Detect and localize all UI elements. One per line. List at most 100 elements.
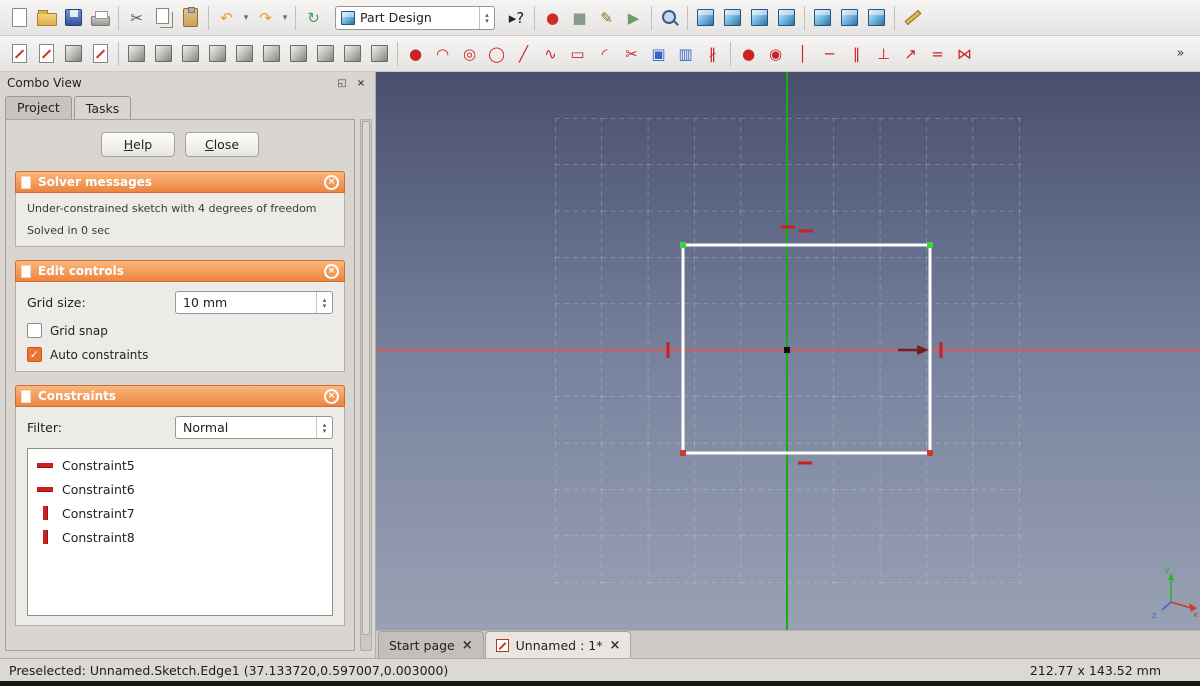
tab-project[interactable]: Project — [5, 96, 72, 119]
create-conic-icon[interactable]: ◯ — [483, 40, 510, 68]
create-point-icon[interactable]: ● — [402, 40, 429, 68]
macro-stop-icon[interactable]: ■ — [566, 4, 593, 32]
list-item[interactable]: Constraint8 — [28, 525, 332, 549]
fillet-icon[interactable] — [231, 40, 258, 68]
auto-constraints-checkbox[interactable] — [27, 347, 42, 362]
front-view-icon[interactable] — [719, 4, 746, 32]
sketch-canvas[interactable]: y x z — [376, 72, 1200, 630]
vertex-top-right[interactable] — [927, 242, 933, 248]
create-sketch-icon[interactable] — [6, 40, 33, 68]
draft-icon[interactable] — [285, 40, 312, 68]
constraint-vertical-icon[interactable]: │ — [789, 40, 816, 68]
workbench-dropdown-icon[interactable] — [479, 7, 494, 29]
measure-distance-icon[interactable] — [899, 4, 926, 32]
groove-icon[interactable] — [204, 40, 231, 68]
undo-icon[interactable]: ↶ — [213, 4, 240, 32]
3d-viewport[interactable]: y x z — [376, 72, 1200, 630]
constraint-equal-icon[interactable]: = — [924, 40, 951, 68]
pad-icon[interactable] — [123, 40, 150, 68]
isometric-view-icon[interactable] — [692, 4, 719, 32]
grid-size-input[interactable]: 10 mm — [175, 291, 333, 314]
rear-view-icon[interactable] — [809, 4, 836, 32]
panel-scrollbar[interactable] — [360, 119, 372, 651]
constraint-perpendicular-icon[interactable]: ⊥ — [870, 40, 897, 68]
list-item[interactable]: Constraint5 — [28, 453, 332, 477]
workbench-selector[interactable]: Part Design — [335, 6, 495, 30]
constraint-symmetric-icon[interactable]: ⋈ — [951, 40, 978, 68]
split-edge-icon[interactable]: ∦ — [699, 40, 726, 68]
external-geometry-icon[interactable]: ▣ — [645, 40, 672, 68]
create-circle-icon[interactable]: ◎ — [456, 40, 483, 68]
close-tab-icon[interactable]: × — [609, 638, 620, 653]
constraint-tangent-icon[interactable]: ↗ — [897, 40, 924, 68]
edit-controls-header[interactable]: Edit controls × — [15, 260, 345, 282]
close-button[interactable]: Close — [185, 132, 259, 157]
left-view-icon[interactable] — [863, 4, 890, 32]
macro-execute-icon[interactable]: ▶ — [620, 4, 647, 32]
bottom-view-icon[interactable] — [836, 4, 863, 32]
create-fillet-icon[interactable]: ◜ — [591, 40, 618, 68]
close-panel-icon[interactable]: × — [354, 76, 368, 90]
solver-messages-header[interactable]: Solver messages × — [15, 171, 345, 193]
top-view-icon[interactable] — [746, 4, 773, 32]
copy-icon[interactable] — [150, 4, 177, 32]
close-tab-icon[interactable]: × — [462, 638, 473, 653]
doc-tab[interactable]: Start page× — [378, 631, 484, 658]
linear-pattern-icon[interactable] — [339, 40, 366, 68]
tab-tasks[interactable]: Tasks — [74, 96, 132, 120]
redo-icon[interactable]: ↷ — [252, 4, 279, 32]
spinner-arrows-icon[interactable] — [316, 417, 332, 438]
vertex-bottom-left[interactable] — [680, 450, 686, 456]
constraint-point-on-object-icon[interactable]: ◉ — [762, 40, 789, 68]
macro-edit-icon[interactable]: ✎ — [593, 4, 620, 32]
filter-dropdown[interactable]: Normal — [175, 416, 333, 439]
collapse-section-icon[interactable]: × — [324, 264, 339, 279]
mirrored-icon[interactable] — [312, 40, 339, 68]
redo-menu-icon[interactable]: ▾ — [279, 4, 291, 32]
trim-edge-icon[interactable]: ✂ — [618, 40, 645, 68]
carbon-copy-icon[interactable]: ▥ — [672, 40, 699, 68]
collapse-section-icon[interactable]: × — [324, 175, 339, 190]
revolution-icon[interactable] — [177, 40, 204, 68]
vertex-bottom-right[interactable] — [927, 450, 933, 456]
create-arc-icon[interactable]: ◠ — [429, 40, 456, 68]
refresh-icon[interactable]: ↻ — [300, 4, 327, 32]
vertex-top-left[interactable] — [680, 242, 686, 248]
origin-point[interactable] — [784, 347, 790, 353]
pocket-icon[interactable] — [150, 40, 177, 68]
create-rectangle-icon[interactable]: ▭ — [564, 40, 591, 68]
edit-sketch-icon[interactable] — [33, 40, 60, 68]
cut-icon[interactable]: ✂ — [123, 4, 150, 32]
right-view-icon[interactable] — [773, 4, 800, 32]
create-polyline-icon[interactable]: ∿ — [537, 40, 564, 68]
paste-icon[interactable] — [177, 4, 204, 32]
doc-tab[interactable]: Unnamed : 1*× — [485, 631, 632, 658]
collapse-section-icon[interactable]: × — [324, 389, 339, 404]
zoom-selection-icon[interactable] — [656, 4, 683, 32]
float-panel-icon[interactable]: ◱ — [335, 76, 349, 90]
constraints-header[interactable]: Constraints × — [15, 385, 345, 407]
scrollbar-thumb[interactable] — [362, 121, 370, 635]
polar-pattern-icon[interactable] — [366, 40, 393, 68]
grid-snap-checkbox[interactable] — [27, 323, 42, 338]
leave-sketch-icon[interactable] — [87, 40, 114, 68]
create-line-icon[interactable]: ╱ — [510, 40, 537, 68]
constraint-parallel-icon[interactable]: ∥ — [843, 40, 870, 68]
map-sketch-icon[interactable] — [60, 40, 87, 68]
list-item[interactable]: Constraint6 — [28, 477, 332, 501]
save-document-icon[interactable] — [60, 4, 87, 32]
chamfer-icon[interactable] — [258, 40, 285, 68]
new-document-icon[interactable] — [6, 4, 33, 32]
whats-this-icon[interactable]: ▸? — [503, 4, 530, 32]
toolbar-overflow-icon[interactable]: » — [1167, 40, 1194, 68]
constraint-horizontal-icon[interactable]: ─ — [816, 40, 843, 68]
undo-menu-icon[interactable]: ▾ — [240, 4, 252, 32]
open-document-icon[interactable] — [33, 4, 60, 32]
list-item[interactable]: Constraint7 — [28, 501, 332, 525]
print-icon[interactable] — [87, 4, 114, 32]
spinner-arrows-icon[interactable] — [316, 292, 332, 313]
macro-record-icon[interactable]: ● — [539, 4, 566, 32]
constraint-list[interactable]: Constraint5Constraint6Constraint7Constra… — [27, 448, 333, 616]
help-button[interactable]: Help — [101, 132, 175, 157]
constraint-coincident-icon[interactable]: ● — [735, 40, 762, 68]
